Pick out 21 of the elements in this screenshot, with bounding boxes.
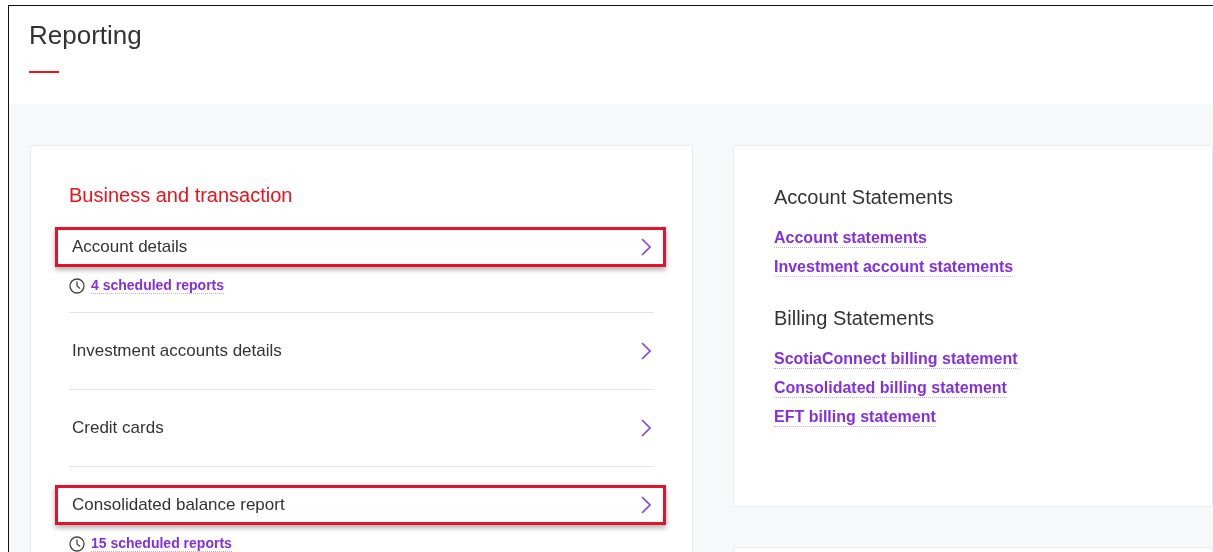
statement-link[interactable]: EFT billing statement	[774, 408, 936, 427]
clock-icon	[69, 277, 85, 294]
clock-icon	[69, 535, 85, 552]
section-heading: Account Statements	[774, 186, 953, 209]
chevron-right-icon	[641, 342, 651, 360]
scheduled-reports-link[interactable]: 4 scheduled reports	[91, 277, 225, 294]
page-title: Reporting	[29, 20, 143, 51]
card-heading: Business and transaction	[69, 184, 294, 207]
statement-link[interactable]: ScotiaConnect billing statement	[774, 350, 1018, 369]
statement-link[interactable]: Account statements	[774, 229, 927, 248]
statement-link[interactable]: Investment account statements	[774, 258, 1014, 277]
report-row[interactable]: Investment accounts details	[55, 331, 666, 371]
section-heading: Billing Statements	[774, 307, 935, 330]
report-row[interactable]: Credit cards	[55, 408, 666, 448]
scheduled-reports-link[interactable]: 15 scheduled reports	[91, 535, 232, 552]
statement-link[interactable]: Consolidated billing statement	[774, 379, 1007, 398]
chevron-right-icon	[641, 238, 651, 256]
chevron-right-icon	[641, 496, 651, 514]
report-row[interactable]: Consolidated balance report	[55, 485, 666, 525]
chevron-right-icon	[641, 419, 651, 437]
report-row[interactable]: Account details	[55, 227, 666, 267]
